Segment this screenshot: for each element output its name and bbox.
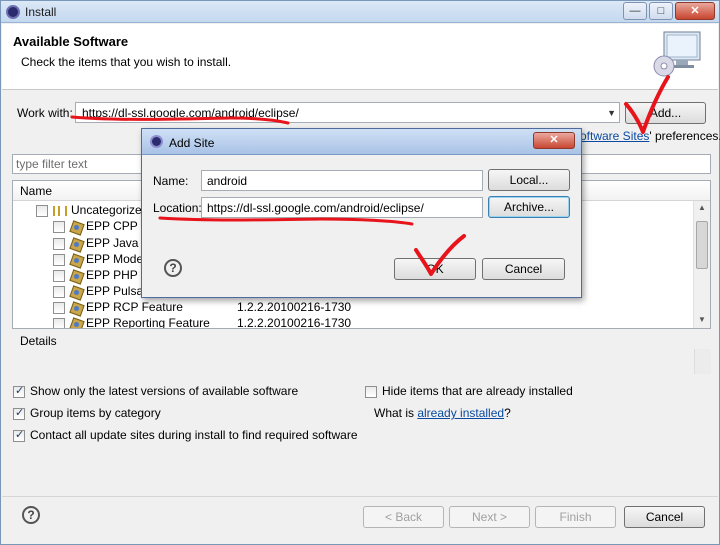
location-label: Location: bbox=[153, 201, 202, 215]
chevron-down-icon[interactable]: ▼ bbox=[607, 108, 616, 118]
help-icon[interactable]: ? bbox=[164, 259, 182, 277]
scroll-down-icon[interactable]: ▼ bbox=[698, 315, 706, 324]
show-latest-option[interactable]: Show only the latest versions of availab… bbox=[13, 384, 298, 398]
item-name: EPP Pulsar bbox=[86, 284, 148, 298]
cancel-button[interactable]: Cancel bbox=[624, 506, 705, 528]
group-checkbox[interactable] bbox=[36, 204, 48, 217]
wizard-header: Available Software Check the items that … bbox=[2, 24, 718, 90]
what-is-suffix: ? bbox=[504, 406, 511, 420]
hide-installed-checkbox[interactable] bbox=[365, 385, 377, 398]
maximize-button[interactable]: □ bbox=[649, 2, 673, 20]
dialog-title-bar[interactable]: Add Site ✕ bbox=[142, 129, 581, 155]
feature-icon bbox=[70, 286, 82, 298]
group-by-category-label: Group items by category bbox=[30, 406, 161, 420]
preferences-suffix: ' preferences. bbox=[649, 129, 720, 143]
dialog-cancel-button[interactable]: Cancel bbox=[482, 258, 565, 280]
window-title: Install bbox=[25, 5, 57, 19]
minimize-button[interactable]: — bbox=[623, 2, 647, 20]
tree-scrollbar[interactable]: ▲ ▼ bbox=[693, 201, 710, 328]
tree-row[interactable]: EPP Modelli bbox=[53, 252, 151, 268]
help-icon[interactable]: ? bbox=[22, 506, 40, 524]
dialog-title: Add Site bbox=[169, 136, 215, 150]
feature-icon bbox=[70, 302, 82, 314]
item-version: 1.2.2.20100216-1730 bbox=[237, 300, 352, 314]
feature-icon bbox=[70, 238, 82, 250]
details-area bbox=[12, 349, 711, 374]
details-label: Details bbox=[20, 334, 57, 348]
footer-separator bbox=[2, 496, 718, 497]
category-icon bbox=[53, 205, 67, 216]
feature-icon bbox=[70, 254, 82, 266]
what-is-installed-line: What is already installed? bbox=[374, 406, 511, 420]
item-name: EPP Reporting Feature bbox=[86, 316, 210, 329]
add-button[interactable]: Add... bbox=[625, 102, 706, 124]
add-site-dialog: Add Site ✕ Name: android Local... Locati… bbox=[141, 128, 582, 298]
tree-group-row[interactable]: Uncategorized bbox=[36, 203, 148, 219]
item-checkbox[interactable] bbox=[53, 301, 65, 314]
location-field[interactable]: https://dl-ssl.google.com/android/eclips… bbox=[201, 197, 483, 218]
scroll-thumb[interactable] bbox=[696, 221, 708, 269]
item-checkbox[interactable] bbox=[53, 253, 65, 266]
contact-sites-option[interactable]: Contact all update sites during install … bbox=[13, 428, 358, 442]
name-column: Name bbox=[20, 184, 53, 198]
eclipse-icon bbox=[150, 135, 163, 148]
show-latest-label: Show only the latest versions of availab… bbox=[30, 384, 299, 398]
title-bar[interactable]: Install — □ ✕ bbox=[1, 1, 719, 23]
item-checkbox[interactable] bbox=[53, 285, 65, 298]
page-title: Available Software bbox=[13, 34, 129, 49]
group-label: Uncategorized bbox=[71, 203, 149, 217]
name-label: Name: bbox=[153, 174, 189, 188]
work-with-value: https://dl-ssl.google.com/android/eclips… bbox=[82, 106, 299, 120]
tree-row[interactable]: EPP PHP Fe bbox=[53, 268, 155, 284]
install-monitor-icon bbox=[653, 31, 701, 77]
tree-row[interactable]: EPP RCP Feature bbox=[53, 300, 183, 316]
page-subtitle: Check the items that you wish to install… bbox=[21, 55, 232, 69]
finish-button[interactable]: Finish bbox=[535, 506, 616, 528]
scroll-up-icon[interactable]: ▲ bbox=[698, 203, 706, 212]
work-with-label: Work with: bbox=[17, 106, 73, 120]
feature-icon bbox=[70, 318, 82, 328]
group-by-category-checkbox[interactable] bbox=[13, 406, 25, 420]
filter-placeholder: type filter text bbox=[16, 157, 88, 171]
tree-row[interactable]: EPP CPP Fe bbox=[53, 219, 155, 235]
contact-sites-label: Contact all update sites during install … bbox=[30, 428, 358, 442]
eclipse-icon bbox=[6, 5, 20, 19]
preferences-link-line: oftware Sites' preferences. bbox=[580, 129, 720, 143]
item-name: EPP RCP Feature bbox=[86, 300, 183, 314]
details-scrollbar[interactable] bbox=[694, 349, 711, 374]
name-field[interactable]: android bbox=[201, 170, 483, 191]
tree-row[interactable]: EPP Reporting Feature bbox=[53, 316, 210, 329]
next-button[interactable]: Next > bbox=[449, 506, 530, 528]
item-checkbox[interactable] bbox=[53, 269, 65, 282]
what-is-prefix: What is bbox=[374, 406, 418, 420]
item-checkbox[interactable] bbox=[53, 237, 65, 250]
item-checkbox[interactable] bbox=[53, 220, 65, 233]
group-by-category-option[interactable]: Group items by category bbox=[13, 406, 161, 420]
tree-row[interactable]: EPP Pulsar bbox=[53, 284, 147, 300]
feature-icon bbox=[70, 270, 82, 282]
dialog-close-button[interactable]: ✕ bbox=[533, 132, 575, 149]
contact-sites-checkbox[interactable] bbox=[13, 428, 25, 442]
item-checkbox[interactable] bbox=[53, 317, 65, 328]
back-button[interactable]: < Back bbox=[363, 506, 444, 528]
archive-button[interactable]: Archive... bbox=[488, 196, 570, 218]
ok-button[interactable]: OK bbox=[394, 258, 476, 280]
hide-installed-label: Hide items that are already installed bbox=[382, 384, 573, 398]
already-installed-link[interactable]: already installed bbox=[417, 406, 504, 420]
feature-icon bbox=[70, 221, 82, 233]
item-version: 1.2.2.20100216-1730 bbox=[237, 316, 352, 329]
work-with-combo[interactable]: https://dl-ssl.google.com/android/eclips… bbox=[75, 102, 620, 123]
local-button[interactable]: Local... bbox=[488, 169, 570, 191]
hide-installed-option[interactable]: Hide items that are already installed bbox=[365, 384, 573, 398]
available-software-sites-link[interactable]: oftware Sites bbox=[580, 129, 649, 143]
close-button[interactable]: ✕ bbox=[675, 2, 715, 20]
show-latest-checkbox[interactable] bbox=[13, 384, 25, 398]
